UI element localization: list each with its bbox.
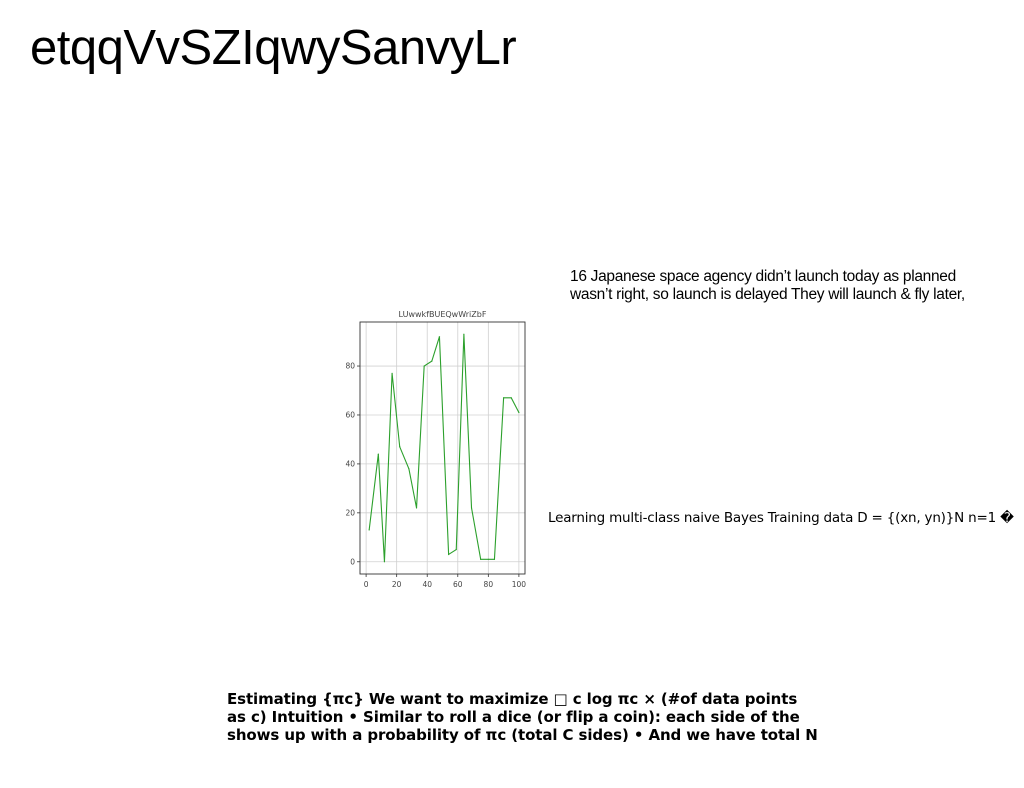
data-point [391,372,393,374]
footer-text: Estimating {πc} We want to maximize □ c … [227,690,818,744]
data-point [518,411,520,414]
footer-line: shows up with a probability of πc (total… [227,726,818,744]
data-point [480,558,482,560]
y-tick-label: 20 [345,508,355,517]
data-point [493,558,496,560]
x-tick-label: 40 [422,580,432,589]
data-point [368,529,370,531]
data-point [383,561,386,563]
line-chart: 0 20 40 60 80 100 0 20 40 60 80 LUwwkfBUEQwWriZbF [345,310,527,589]
data-point [415,507,418,509]
series-line [368,334,520,562]
data-point [408,468,410,470]
x-tick-label: 80 [484,580,494,589]
data-point [399,446,401,448]
footer-line: as c) Intuition • Similar to roll a dice… [227,708,800,726]
data-point [438,336,441,338]
note-text: 16 Japanese space agency didn’t launch t… [570,268,1020,304]
data-point [377,453,379,455]
page-title: etqqVvSZIqwySanvyLr [30,21,517,75]
y-tick-label: 80 [345,362,355,371]
data-point [487,558,489,560]
data-point [423,365,425,367]
note-line: 16 Japanese space agency didn’t launch t… [570,268,956,285]
y-tick-label: 40 [345,459,355,468]
data-point [463,333,465,335]
x-tick-label: 0 [364,580,369,589]
x-tick-label: 20 [392,580,402,589]
chart-title: LUwwkfBUEQwWriZbF [399,310,487,319]
data-point [448,553,450,556]
footer-line: Estimating {πc} We want to maximize □ c … [227,690,798,708]
y-tick-label: 0 [350,557,355,566]
note-line: wasn’t right, so launch is delayed They … [570,286,965,303]
data-point [503,397,505,399]
x-tick-label: 60 [453,580,463,589]
data-point [455,548,457,551]
x-tick-label: 100 [512,580,527,589]
y-tick-label: 60 [345,410,355,419]
data-point [431,360,433,362]
data-point [510,397,512,399]
caption-text: Learning multi-class naive Bayes Trainin… [548,510,1014,526]
data-point [470,507,473,509]
